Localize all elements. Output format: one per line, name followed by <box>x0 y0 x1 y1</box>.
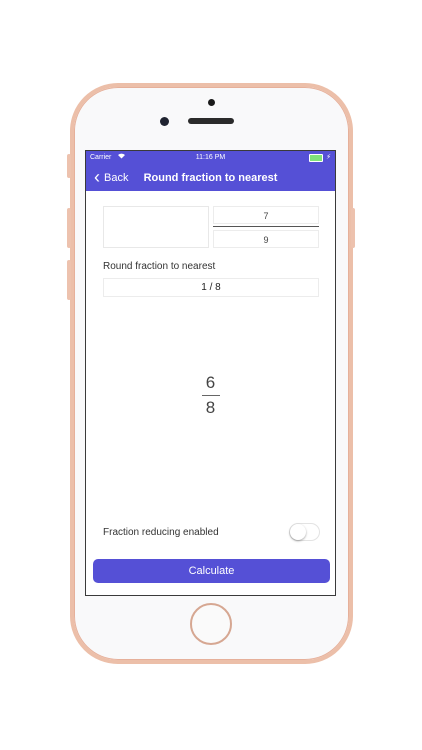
home-button[interactable] <box>190 603 232 645</box>
phone-volume-up-button <box>67 208 71 248</box>
calculate-button[interactable]: Calculate <box>93 559 330 583</box>
page-title: Round fraction to nearest <box>143 172 278 184</box>
denominator-input[interactable]: 9 <box>213 230 319 248</box>
fraction-input-group: 7 9 <box>103 206 319 248</box>
toggle-knob <box>290 524 306 540</box>
reduce-toggle[interactable] <box>289 523 320 541</box>
phone-side-button <box>67 154 71 178</box>
rounding-label: Round fraction to nearest <box>103 261 216 272</box>
result-denominator: 8 <box>205 398 216 417</box>
status-time: 11:16 PM <box>195 154 226 161</box>
sensor-icon <box>160 117 169 126</box>
battery-icon <box>309 154 323 162</box>
phone-power-button <box>351 208 355 248</box>
earpiece-speaker <box>188 118 234 124</box>
fraction-divider <box>213 226 319 227</box>
fraction-input: 7 9 <box>213 206 319 248</box>
header: Carrier 11:16 PM ⚡ ‹ Back Round fraction… <box>86 151 335 191</box>
status-bar: Carrier 11:16 PM ⚡ <box>90 153 331 165</box>
charging-bolt-icon: ⚡ <box>326 154 331 161</box>
rounding-select[interactable]: 1 / 8 <box>103 278 319 297</box>
numerator-input[interactable]: 7 <box>213 206 319 224</box>
front-camera-icon <box>208 99 215 106</box>
navigation-bar: ‹ Back Round fraction to nearest <box>86 168 335 189</box>
app-screen: Carrier 11:16 PM ⚡ ‹ Back Round fraction… <box>85 150 336 596</box>
reduce-toggle-label: Fraction reducing enabled <box>103 527 219 538</box>
result-numerator: 6 <box>205 373 216 392</box>
result-fraction: 6 8 <box>86 373 335 418</box>
whole-number-input[interactable] <box>103 206 209 248</box>
phone-volume-down-button <box>67 260 71 300</box>
result-divider <box>201 395 220 396</box>
